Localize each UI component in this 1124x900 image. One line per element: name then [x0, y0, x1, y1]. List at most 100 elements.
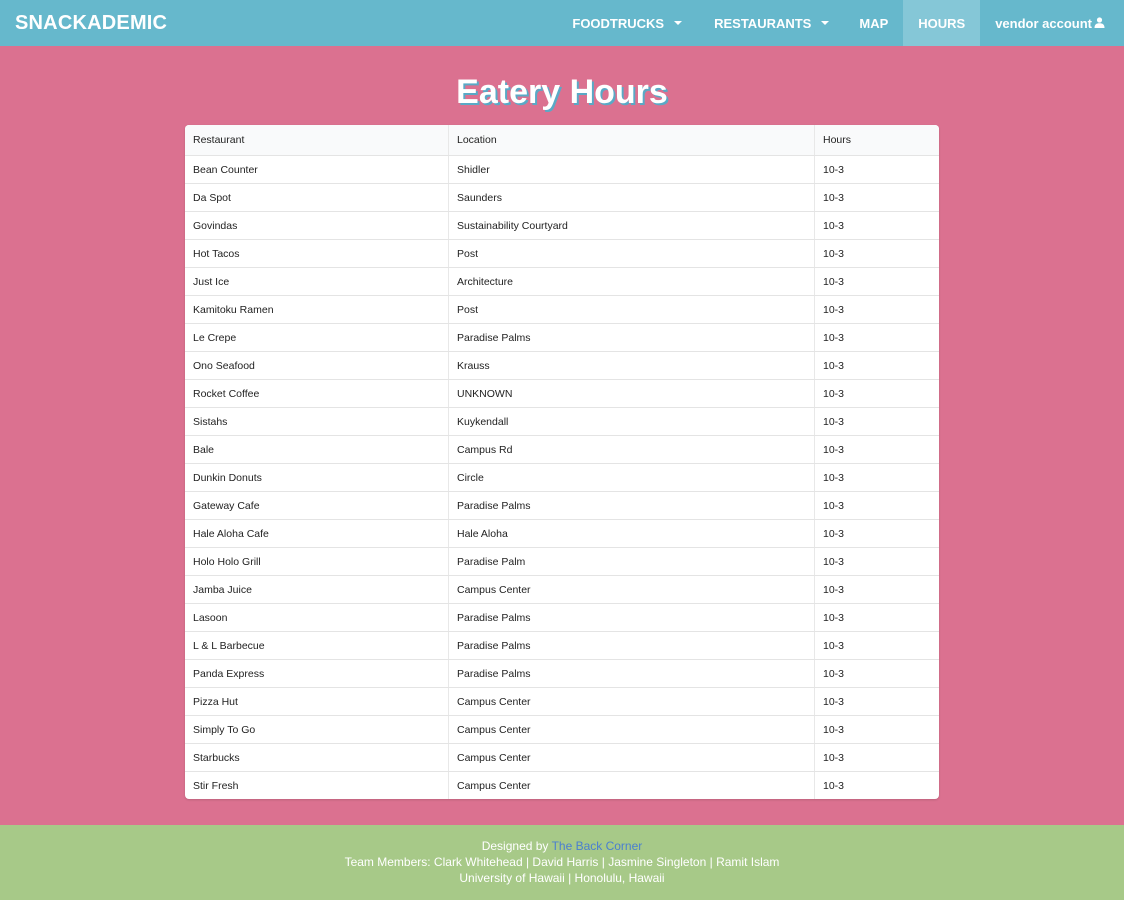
table-row: Jamba Juice Campus Center 10-3 [185, 575, 939, 604]
cell-location: Hale Aloha [448, 519, 815, 548]
hours-table-container: Restaurant Location Hours Bean Counter Sh… [185, 125, 939, 799]
cell-location: Campus Center [448, 715, 815, 744]
column-header-restaurant: Restaurant [185, 125, 449, 156]
nav-hours-link[interactable]: HOURS [903, 0, 981, 46]
cell-restaurant: Le Crepe [185, 323, 449, 352]
table-row: Le Crepe Paradise Palms 10-3 [185, 323, 939, 352]
cell-hours: 10-3 [814, 463, 939, 492]
cell-hours: 10-3 [814, 183, 939, 212]
footer-location: University of Hawaii | Honolulu, Hawaii [459, 871, 665, 885]
cell-restaurant: Da Spot [185, 183, 449, 212]
table-row: Hot Tacos Post 10-3 [185, 239, 939, 268]
table-row: Hale Aloha Cafe Hale Aloha 10-3 [185, 519, 939, 548]
cell-restaurant: Just Ice [185, 267, 449, 296]
cell-location: Campus Center [448, 743, 815, 772]
nav-vendor-account[interactable]: vendor account [980, 0, 1124, 46]
cell-hours: 10-3 [814, 351, 939, 380]
cell-location: Saunders [448, 183, 815, 212]
nav-foodtrucks-dropdown[interactable]: FOODTRUCKS [558, 0, 696, 46]
cell-restaurant: Panda Express [185, 659, 449, 688]
cell-hours: 10-3 [814, 687, 939, 716]
nav-map-link[interactable]: MAP [847, 0, 903, 46]
nav-map-label: MAP [859, 15, 889, 31]
cell-hours: 10-3 [814, 435, 939, 464]
cell-hours: 10-3 [814, 407, 939, 436]
table-row: Da Spot Saunders 10-3 [185, 183, 939, 212]
cell-restaurant: Kamitoku Ramen [185, 295, 449, 324]
cell-restaurant: Govindas [185, 211, 449, 240]
table-row: Bean Counter Shidler 10-3 [185, 155, 939, 184]
cell-hours: 10-3 [814, 267, 939, 296]
nav-menu: FOODTRUCKS RESTAURANTS MAP HOURS vendor … [558, 0, 1124, 46]
cell-hours: 10-3 [814, 211, 939, 240]
table-row: Pizza Hut Campus Center 10-3 [185, 687, 939, 716]
cell-hours: 10-3 [814, 631, 939, 660]
cell-hours: 10-3 [814, 575, 939, 604]
footer-credit: Designed by The Back Corner [0, 838, 1124, 854]
table-row: Holo Holo Grill Paradise Palm 10-3 [185, 547, 939, 576]
cell-restaurant: Rocket Coffee [185, 379, 449, 408]
table-body: Bean Counter Shidler 10-3 Da Spot Saunders 10… [185, 155, 939, 799]
cell-location: Paradise Palms [448, 323, 815, 352]
cell-restaurant: Gateway Cafe [185, 491, 449, 520]
cell-location: Architecture [448, 267, 815, 296]
cell-location: Campus Center [448, 575, 815, 604]
cell-restaurant: Simply To Go [185, 715, 449, 744]
cell-restaurant: Stir Fresh [185, 771, 449, 799]
cell-restaurant: Starbucks [185, 743, 449, 772]
cell-location: Campus Center [448, 771, 815, 799]
nav-hours-label: HOURS [918, 15, 966, 31]
cell-location: Paradise Palm [448, 547, 815, 576]
table-row: Stir Fresh Campus Center 10-3 [185, 771, 939, 799]
cell-location: Shidler [448, 155, 815, 184]
column-header-location: Location [448, 125, 815, 156]
nav-restaurants-dropdown[interactable]: RESTAURANTS [696, 0, 847, 46]
cell-hours: 10-3 [814, 603, 939, 632]
column-header-hours: Hours [814, 125, 939, 156]
chevron-down-icon [674, 21, 683, 25]
cell-restaurant: Jamba Juice [185, 575, 449, 604]
cell-hours: 10-3 [814, 155, 939, 184]
cell-restaurant: L & L Barbecue [185, 631, 449, 660]
cell-location: Sustainability Courtyard [448, 211, 815, 240]
cell-restaurant: Holo Holo Grill [185, 547, 449, 576]
cell-location: Krauss [448, 351, 815, 380]
navbar: SNACKADEMIC FOODTRUCKS RESTAURANTS MAP H… [0, 0, 1124, 46]
cell-hours: 10-3 [814, 491, 939, 520]
footer-designed-by-label: Designed by [481, 839, 549, 853]
footer-team-members: Team Members: Clark Whitehead | David Ha… [344, 855, 780, 869]
cell-restaurant: Ono Seafood [185, 351, 449, 380]
cell-location: Kuykendall [448, 407, 815, 436]
user-icon [1094, 16, 1105, 31]
cell-hours: 10-3 [823, 779, 845, 792]
cell-restaurant: Bale [185, 435, 449, 464]
cell-hours: 10-3 [814, 715, 939, 744]
cell-location: Paradise Palms [448, 631, 815, 660]
footer-team-link[interactable]: The Back Corner [552, 839, 643, 853]
nav-restaurants-label: RESTAURANTS [714, 15, 812, 31]
table-row: Panda Express Paradise Palms 10-3 [185, 659, 939, 688]
hours-table: Restaurant Location Hours Bean Counter Sh… [185, 125, 939, 799]
cell-hours: 10-3 [814, 239, 939, 268]
table-row: Sistahs Kuykendall 10-3 [185, 407, 939, 436]
cell-restaurant: Dunkin Donuts [185, 463, 449, 492]
cell-hours: 10-3 [814, 379, 939, 408]
cell-hours: 10-3 [814, 323, 939, 352]
chevron-down-icon [821, 21, 830, 25]
table-row: Govindas Sustainability Courtyard 10-3 [185, 211, 939, 240]
cell-hours: 10-3 [814, 743, 939, 772]
table-row: Ono Seafood Krauss 10-3 [185, 351, 939, 380]
cell-restaurant: Lasoon [185, 603, 449, 632]
cell-location: Post [448, 239, 815, 268]
footer: Designed by The Back Corner Team Members… [0, 825, 1124, 900]
cell-location: Paradise Palms [448, 491, 815, 520]
brand-logo[interactable]: SNACKADEMIC [15, 0, 167, 46]
cell-restaurant: Hale Aloha Cafe [185, 519, 449, 548]
table-row: L & L Barbecue Paradise Palms 10-3 [185, 631, 939, 660]
cell-restaurant: Bean Counter [185, 155, 449, 184]
cell-restaurant: Hot Tacos [185, 239, 449, 268]
table-header-row: Restaurant Location Hours [185, 125, 939, 156]
table-row: Dunkin Donuts Circle 10-3 [185, 463, 939, 492]
table-row: Gateway Cafe Paradise Palms 10-3 [185, 491, 939, 520]
cell-location: Campus Center [448, 687, 815, 716]
